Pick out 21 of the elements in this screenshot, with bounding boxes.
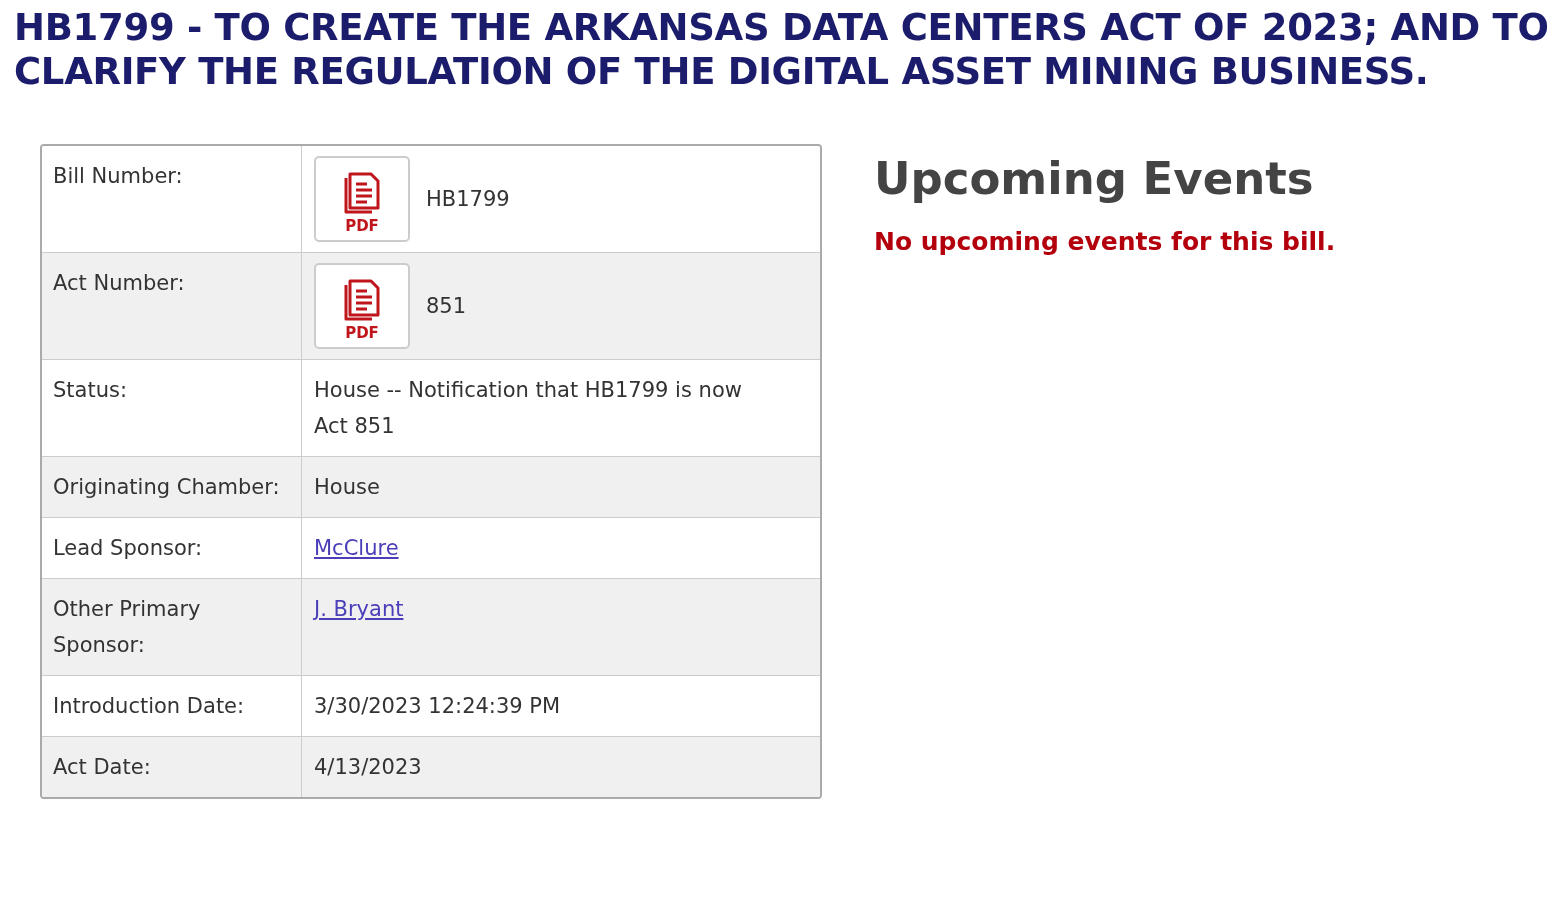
field-value: 4/13/2023 (314, 754, 422, 781)
field-value: 851 (426, 293, 467, 320)
field-label: Lead Sponsor: (53, 535, 203, 562)
no-events-message: No upcoming events for this bill. (874, 227, 1336, 256)
pdf-button[interactable]: PDF (314, 263, 410, 349)
field-label: Act Date: (53, 754, 151, 781)
pdf-button[interactable]: PDF (314, 156, 410, 242)
page-title: HB1799 - TO CREATE THE ARKANSAS DATA CENTERS ACT OF 2023; AND TO CLARIFY THE REGULATION OF THE DIGITAL ASSET MINING BUSINESS. (14, 6, 1549, 94)
field-label: Bill Number: (53, 163, 183, 190)
sponsor-link[interactable]: J. Bryant (314, 591, 404, 627)
events-heading: Upcoming Events (874, 152, 1315, 205)
field-label: Status: (53, 377, 127, 404)
field-value: House -- Notification that HB1799 is now Act 851 (314, 377, 743, 440)
sponsor-link[interactable]: McClure (314, 530, 399, 566)
field-label: Introduction Date: (53, 693, 245, 720)
field-label: Other Primary Sponsor: (53, 596, 202, 659)
field-value: HB1799 (426, 186, 510, 213)
field-label: Originating Chamber: (53, 474, 280, 501)
field-label: Act Number: (53, 270, 185, 297)
field-value: House (314, 474, 380, 501)
field-value: 3/30/2023 12:24:39 PM (314, 693, 561, 720)
